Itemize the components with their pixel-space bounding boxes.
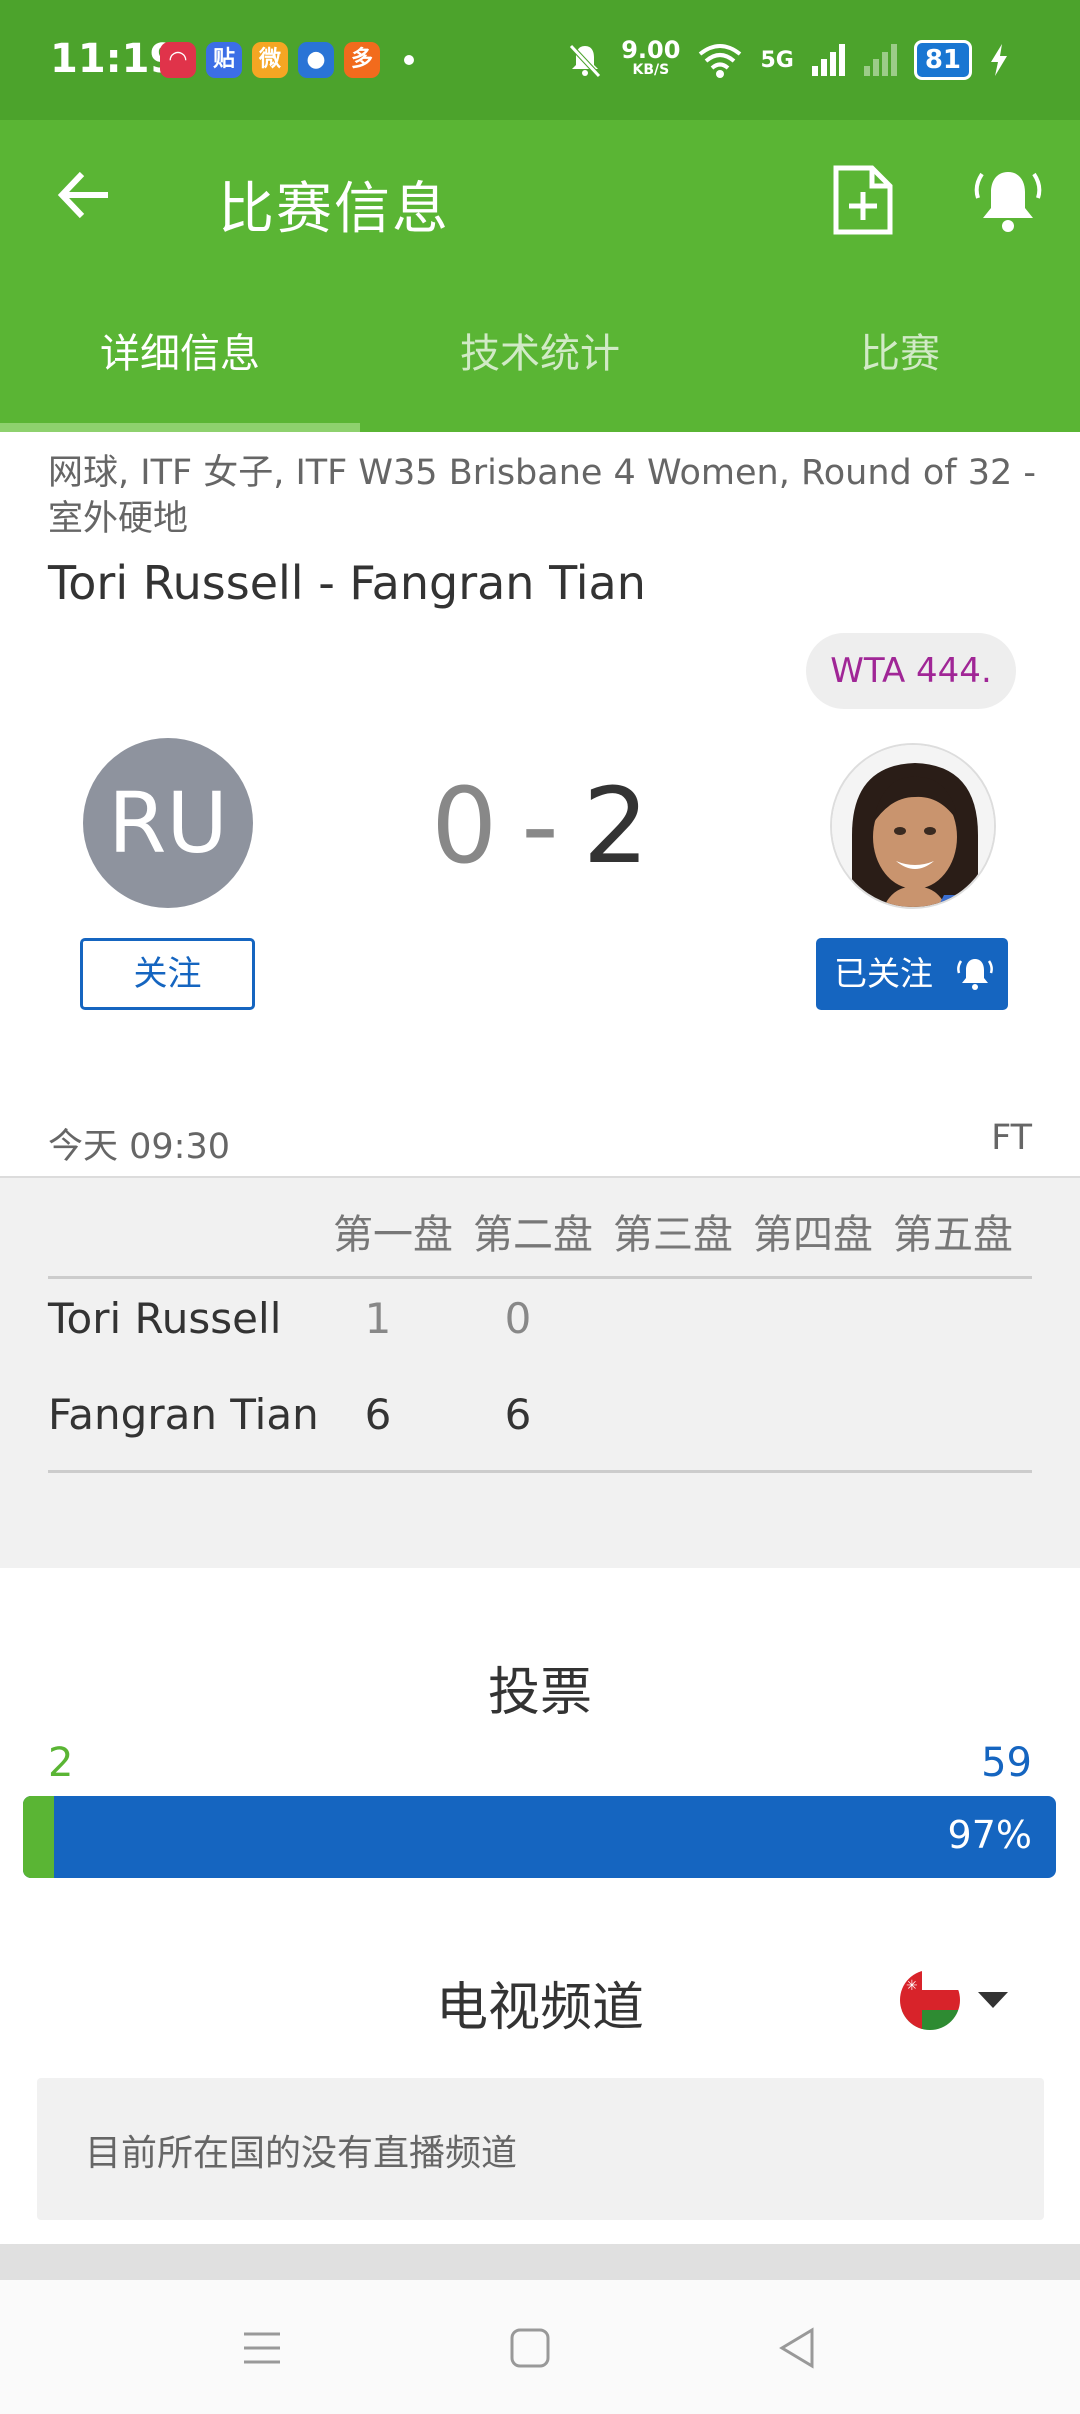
ranking-badge[interactable]: WTA 444. [806, 633, 1016, 709]
score-separator: - [521, 765, 559, 887]
following-away-button[interactable]: 已关注 [816, 938, 1008, 1010]
status-time: 11:19 [50, 36, 178, 82]
home-score: 0 [431, 765, 498, 887]
system-nav-bar [0, 2280, 1080, 2414]
battery-level: 81 [913, 40, 972, 80]
status-indicators: 9.00 KB/S 5G 81 [565, 36, 1010, 84]
back-arrow-icon[interactable] [50, 160, 120, 230]
set-scores-table: 第一盘 第二盘 第三盘 第四盘 第五盘 Tori Russell 1 0 Fan… [0, 1176, 1080, 1568]
notification-icons: ◠ 贴 微 ● 多 [160, 42, 414, 78]
player-photo-icon [832, 745, 994, 907]
set-score: 6 [364, 1390, 392, 1439]
charging-icon [991, 44, 1007, 76]
tab-matches[interactable]: 比赛 [720, 288, 1080, 432]
app-orange-icon: 多 [344, 42, 380, 78]
set-header: 第二盘 [473, 1212, 593, 1258]
away-vote-count: 59 [981, 1740, 1032, 1786]
table-row: Tori Russell 1 0 [48, 1294, 1032, 1354]
back-icon[interactable] [768, 2320, 828, 2376]
set-header: 第四盘 [753, 1212, 873, 1258]
weibo-icon: 微 [252, 42, 288, 78]
network-type: 5G [760, 47, 794, 73]
wifi-icon [699, 44, 742, 78]
set-score: 0 [504, 1294, 532, 1343]
add-document-icon[interactable] [830, 164, 896, 236]
tieba-icon: 贴 [206, 42, 242, 78]
divider [48, 1276, 1032, 1279]
table-row: Fangran Tian 6 6 [48, 1390, 1032, 1450]
mute-icon [569, 44, 602, 78]
more-notifications-dot [404, 55, 414, 65]
match-title: Tori Russell - Fangran Tian [48, 556, 646, 610]
follow-home-button[interactable]: 关注 [80, 938, 255, 1010]
status-bar: 11:19 ◠ 贴 微 ● 多 9.00 KB/S 5G 81 [0, 0, 1080, 120]
app-red-icon: ◠ [160, 42, 196, 78]
vote-section-title: 投票 [487, 1663, 592, 1723]
signal-weak-icon [863, 44, 897, 76]
away-score: 2 [582, 765, 649, 887]
home-vote-fill [23, 1796, 54, 1878]
away-player-avatar[interactable] [830, 743, 996, 909]
tournament-info: 网球, ITF 女子, ITF W35 Brisbane 4 Women, Ro… [48, 453, 1036, 539]
away-vote-percent: 97% [947, 1813, 1032, 1857]
set-headers: 第一盘 第二盘 第三盘 第四盘 第五盘 [333, 1202, 1033, 1260]
page-title: 比赛信息 [218, 177, 450, 242]
notification-bell-icon[interactable] [972, 164, 1044, 236]
bell-ring-icon [957, 959, 993, 990]
tab-statistics[interactable]: 技术统计 [360, 288, 720, 432]
set-header: 第五盘 [893, 1212, 1013, 1258]
app-bar: 比赛信息 [0, 120, 1080, 288]
following-label: 已关注 [834, 954, 933, 993]
match-start-time: 今天 09:30 [48, 1127, 230, 1167]
set-header: 第一盘 [333, 1212, 453, 1258]
home-vote-count: 2 [48, 1740, 74, 1786]
set-score: 6 [504, 1390, 532, 1439]
chevron-down-icon[interactable] [978, 1992, 1008, 2008]
menu-icon[interactable] [232, 2320, 292, 2376]
player-name: Tori Russell [48, 1294, 282, 1343]
vote-bar[interactable]: 97% [23, 1796, 1056, 1878]
signal-icon [811, 44, 845, 76]
set-header: 第三盘 [613, 1212, 733, 1258]
player-name: Fangran Tian [48, 1390, 319, 1439]
empty-message: 目前所在国的没有直播频道 [85, 2133, 518, 2174]
tab-bar: 详细信息 技术统计 比赛 [0, 288, 1080, 432]
set-score: 1 [364, 1294, 392, 1343]
match-status: FT [991, 1118, 1032, 1158]
svg-text:✳: ✳ [906, 1978, 918, 1994]
tv-channels-empty-state: 目前所在国的没有直播频道 [37, 2078, 1044, 2220]
divider [48, 1470, 1032, 1473]
network-speed: 9.00 KB/S [621, 38, 680, 80]
app-blue-icon: ● [298, 42, 334, 78]
tab-details[interactable]: 详细信息 [0, 288, 360, 432]
home-icon[interactable] [500, 2320, 560, 2376]
section-divider [0, 2244, 1080, 2280]
oman-flag-icon[interactable]: ✳ [900, 1970, 960, 2030]
